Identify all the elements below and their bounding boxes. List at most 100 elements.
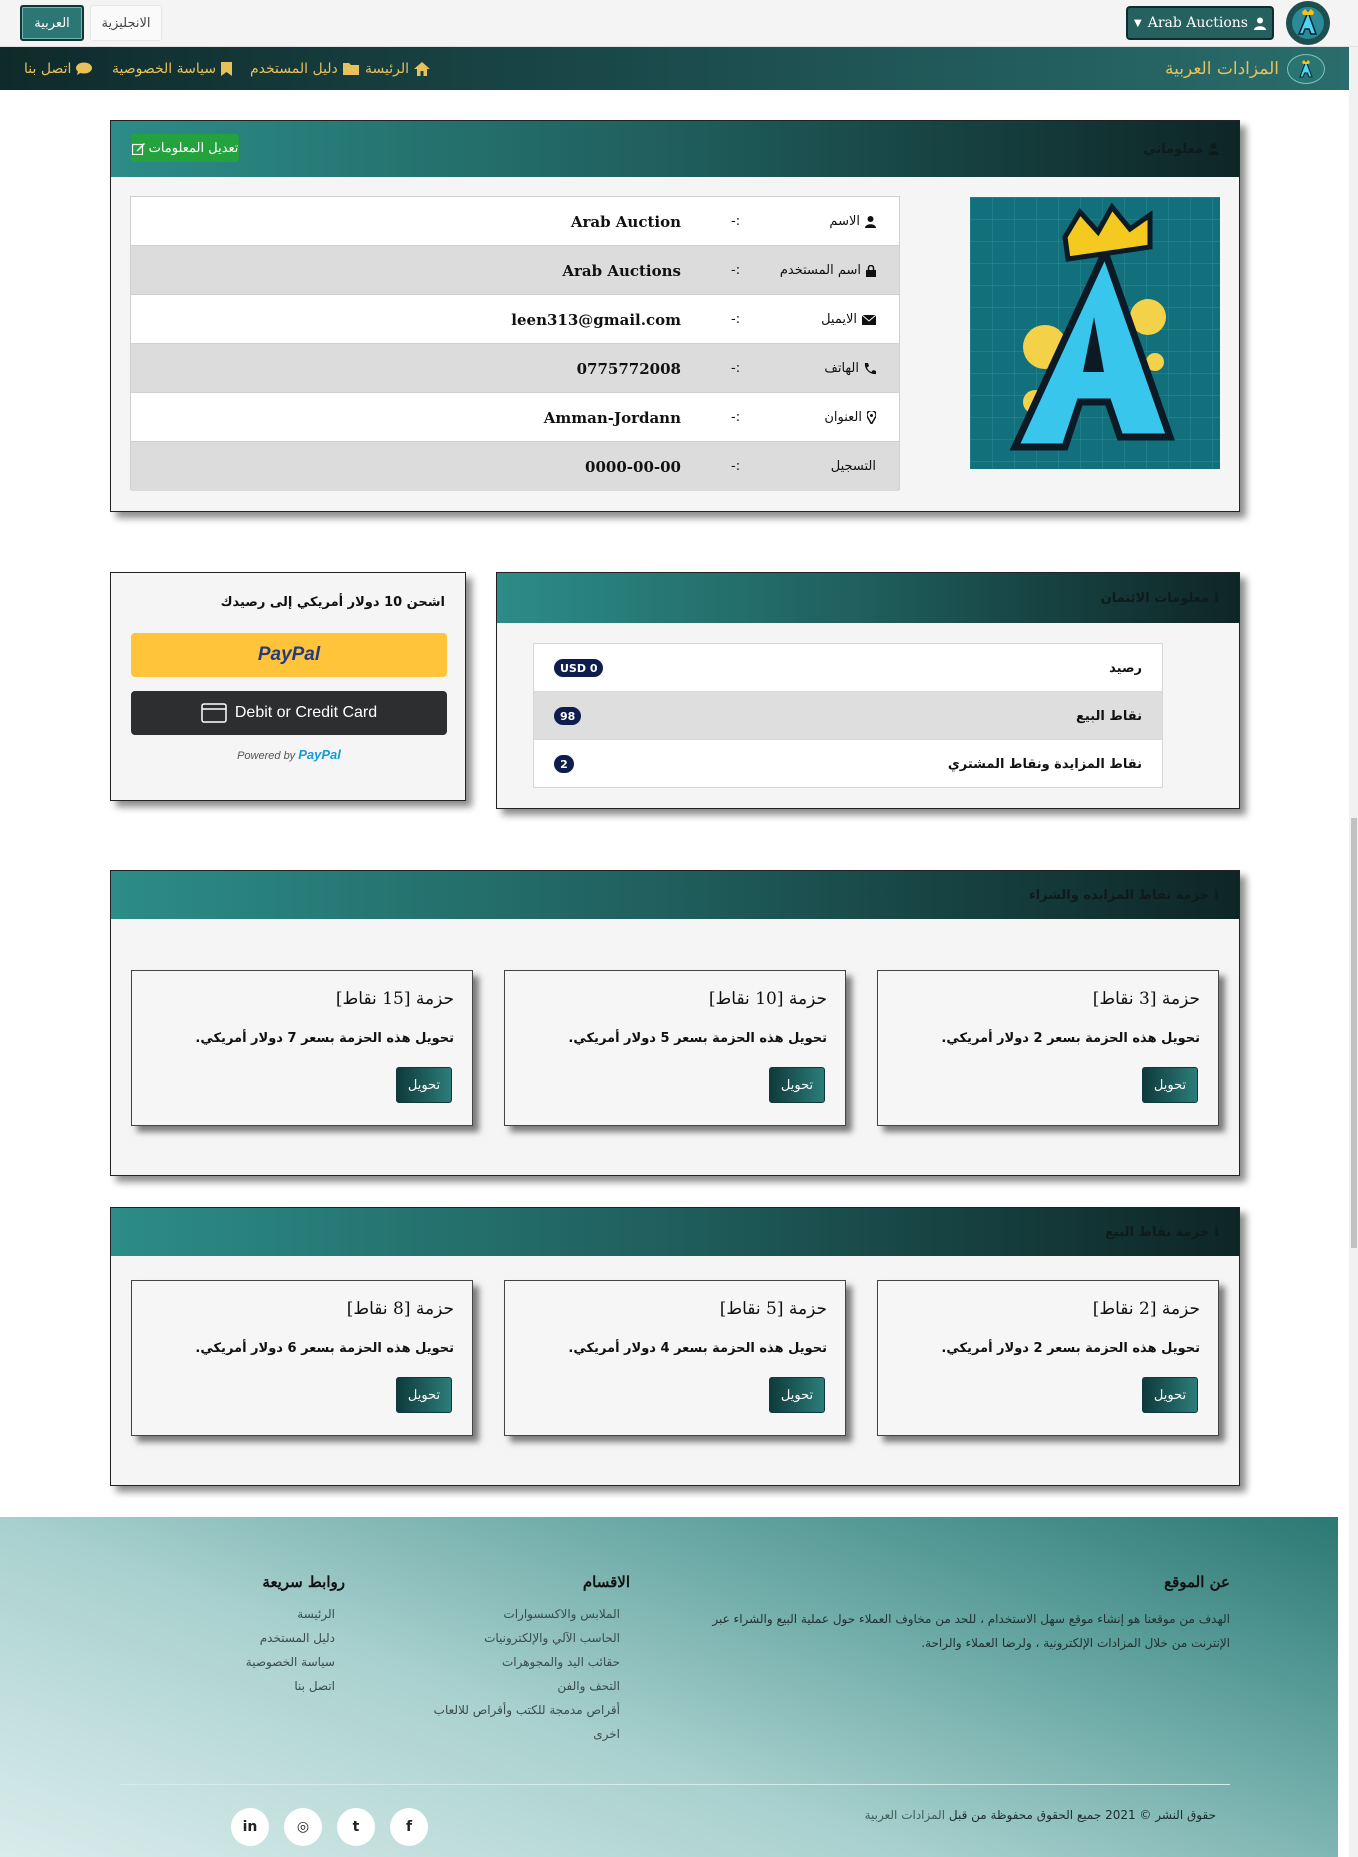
english-language-button[interactable]: الانجليزية [90,5,162,41]
footer-quick-link[interactable]: سياسة الخصوصية [246,1655,335,1669]
profile-info-table: الاسم -: Arab Auction اسم المستخدم -: Ar… [130,196,900,491]
balance-badge: USD 0 [554,659,604,677]
table-row: اسم المستخدم -: Arab Auctions [131,246,899,295]
home-icon [414,61,430,76]
powered-by-paypal: Powered by PayPal [111,747,467,762]
twitter-icon[interactable]: t [337,1808,375,1846]
package-title: حزمة [15 نقاط] [335,989,454,1009]
instagram-icon[interactable]: ◎ [284,1808,322,1846]
info-label-phone: الهاتف [771,344,876,393]
map-marker-icon [867,411,876,424]
paypal-button[interactable]: PayPal [131,633,447,677]
profile-panel-header: تعديل المعلومات معلوماتي [111,121,1239,177]
linkedin-icon[interactable]: in [231,1808,269,1846]
sell-packages-header: ℹ حزمة نقاط البيع [111,1208,1239,1256]
user-menu-label: Arab Auctions [1147,15,1248,31]
user-menu-button[interactable]: ▼ Arab Auctions [1126,6,1274,40]
info-separator: -: [731,410,741,425]
footer-about-title: عن الموقع [1164,1573,1230,1591]
convert-button[interactable]: تحويل [769,1067,825,1103]
nav-privacy-label: سياسة الخصوصية [112,60,217,77]
list-item: رصيد USD 0 [534,644,1162,692]
info-value-address: Amman-Jordann [543,408,681,427]
footer-quick-links-title: روابط سريعة [262,1573,345,1591]
brand-name: المزادات العربية [1165,58,1279,79]
footer-category-link[interactable]: حقائب اليد والمجوهرات [502,1655,620,1669]
nav-contact[interactable]: اتصل بنا [24,47,93,90]
package-description: تحويل هذه الحزمة بسعر 6 دولار أمريكي. [195,1341,454,1356]
info-value-name: Arab Auction [570,212,681,231]
info-icon: ℹ [1214,1224,1219,1240]
credit-card-icon [201,703,227,723]
package-description: تحويل هذه الحزمة بسعر 2 دولار أمريكي. [941,1031,1200,1046]
list-item: نقاط البيع 98 [534,692,1162,740]
footer-categories-title: الاقسام [582,1573,630,1591]
info-label-text: التسجيل [830,459,876,474]
bid-packages-title: ℹ حزمة نقاط المزايده والشراء [1029,871,1219,919]
convert-button[interactable]: تحويل [1142,1377,1198,1413]
caret-down-icon: ▼ [1134,17,1142,29]
edit-profile-button[interactable]: تعديل المعلومات [131,134,239,162]
arabic-language-button[interactable]: العربية [20,5,84,41]
card-payment-label: Debit or Credit Card [234,704,378,721]
card-payment-button[interactable]: Debit or Credit Card [131,691,447,735]
powered-by-text: Powered by [237,750,296,762]
credit-label: نقاط المزايدة ونقاط المشتري [947,756,1142,772]
user-icon [1253,17,1266,30]
package-description: تحويل هذه الحزمة بسعر 2 دولار أمريكي. [941,1341,1200,1356]
bid-package-card: حزمة [15 نقاط] تحويل هذه الحزمة بسعر 7 د… [131,970,473,1126]
footer-quick-link[interactable]: اتصل بنا [294,1679,335,1693]
convert-button[interactable]: تحويل [396,1377,452,1413]
info-label-email: الايميل [771,295,876,344]
paypal-heading: اشحن 10 دولار أمريكي إلى رصيدك [220,595,445,610]
credit-panel-title: ℹ معلومات الائتمان [1101,573,1219,623]
list-item: نقاط المزايدة ونقاط المشتري 2 [534,740,1162,788]
bid-package-card: حزمة [10 نقاط] تحويل هذه الحزمة بسعر 5 د… [504,970,846,1126]
site-logo-icon[interactable] [1286,1,1330,45]
footer-quick-link[interactable]: دليل المستخدم [260,1631,335,1645]
nav-home[interactable]: الرئيسة [365,47,430,90]
package-description: تحويل هذه الحزمة بسعر 4 دولار أمريكي. [568,1341,827,1356]
nav-user-guide[interactable]: دليل المستخدم [250,47,359,90]
sell-packages-title-text: حزمة نقاط البيع [1105,1224,1210,1240]
sell-points-badge: 98 [554,707,582,725]
package-title: حزمة [10 نقاط] [708,989,827,1009]
site-footer: عن الموقع الهدف من موقعنا هو إنشاء موقع … [0,1517,1338,1857]
credit-panel-title-text: معلومات الائتمان [1100,590,1210,606]
scrollbar-thumb[interactable] [1351,818,1357,1248]
sell-package-card: حزمة [5 نقاط] تحويل هذه الحزمة بسعر 4 دو… [504,1280,846,1436]
profile-panel-title: معلوماتي [1143,121,1219,177]
footer-category-link[interactable]: أقراص مدمجة للكتب وأقراص للالعاب [434,1703,620,1717]
envelope-icon [862,314,876,325]
footer-category-link[interactable]: التحف والفن [557,1679,620,1693]
footer-divider [120,1784,1230,1785]
user-icon [1208,143,1219,155]
info-label-text: العنوان [824,410,862,425]
convert-button[interactable]: تحويل [396,1067,452,1103]
info-separator: -: [731,459,741,474]
package-description: تحويل هذه الحزمة بسعر 7 دولار أمريكي. [195,1031,454,1046]
credit-label: نقاط البيع [1076,708,1142,724]
edit-icon [131,142,145,155]
comment-icon [76,62,93,75]
footer-category-link[interactable]: الملابس والاكسسوارات [503,1607,620,1621]
info-separator: -: [731,214,741,229]
facebook-icon[interactable]: f [390,1808,428,1846]
bid-points-badge: 2 [554,755,574,773]
brand-link[interactable]: المزادات العربية [1165,47,1325,90]
info-label-text: الهاتف [824,361,859,376]
nav-contact-label: اتصل بنا [24,60,72,77]
footer-about-text: الهدف من موقعنا هو إنشاء موقع سهل الاستخ… [712,1612,1230,1650]
footer-quick-link[interactable]: الرئيسة [297,1607,335,1621]
footer-category-link[interactable]: اخرى [593,1727,620,1741]
info-value-registration: 0000-00-00 [585,457,681,476]
user-icon [865,215,876,228]
footer-copyright: حقوق النشر © 2021 جميع الحقوق محفوظة من … [720,1808,1216,1830]
footer-category-link[interactable]: الحاسب الآلي والإلكترونيات [484,1631,620,1645]
phone-icon [864,362,876,374]
nav-privacy[interactable]: سياسة الخصوصية [112,47,233,90]
convert-button[interactable]: تحويل [769,1377,825,1413]
info-separator: -: [731,312,741,327]
copyright-brand-link[interactable]: المزادات العربية [865,1808,945,1822]
convert-button[interactable]: تحويل [1142,1067,1198,1103]
